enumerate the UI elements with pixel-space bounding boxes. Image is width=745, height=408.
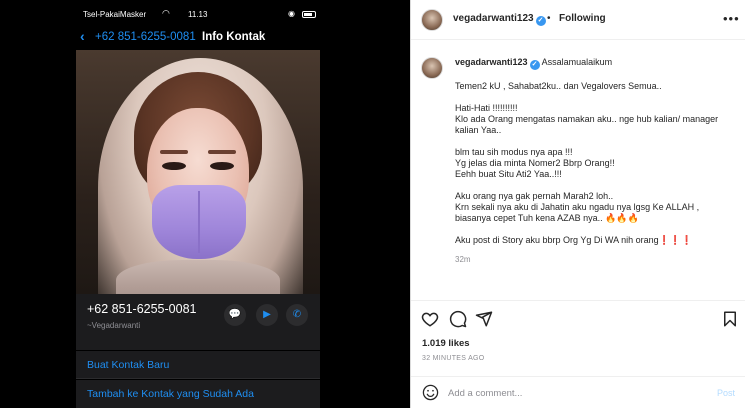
- comment-input[interactable]: [448, 385, 698, 401]
- left-eye: [162, 162, 186, 170]
- caption-username[interactable]: vegadarwanti123: [455, 57, 528, 67]
- phone-icon: ✆: [286, 304, 308, 326]
- share-icon[interactable]: [475, 310, 493, 328]
- post-media: Tsel-PakaiMasker ◠ 11.13 ◉ ‹ +62 851-625…: [0, 0, 410, 408]
- post-comment-button[interactable]: Post: [717, 388, 735, 398]
- caption-time[interactable]: 32m: [455, 254, 735, 265]
- post-sidebar: vegadarwanti123 ✓ • Following ••• vegadar…: [410, 0, 745, 408]
- caption-paragraph: Temen2 kU , Sahabat2ku.. dan Vegalovers …: [455, 81, 662, 91]
- emoji-icon[interactable]: [422, 384, 439, 401]
- face-mask: [152, 185, 246, 259]
- rotation-lock-icon: ◉: [288, 9, 295, 18]
- status-bar: Tsel-PakaiMasker ◠ 11.13 ◉: [76, 8, 320, 22]
- following-button[interactable]: Following: [559, 13, 606, 24]
- wifi-icon: ◠: [162, 8, 170, 18]
- carrier-label: Tsel-PakaiMasker: [83, 10, 147, 19]
- caption-paragraph: Aku post di Story aku bbrp Org Yg Di WA …: [455, 235, 693, 245]
- avatar[interactable]: [421, 9, 443, 31]
- caption-paragraph: blm tau sih modus nya apa !!! Yg jelas d…: [455, 147, 615, 179]
- create-contact-action: Buat Kontak Baru: [76, 351, 320, 379]
- heart-icon[interactable]: [421, 310, 439, 328]
- left-brow: [160, 150, 188, 154]
- header-username[interactable]: vegadarwanti123 ✓: [453, 13, 546, 26]
- back-number: +62 851-6255-0081: [95, 31, 196, 43]
- likes-count[interactable]: 1.019 likes: [422, 338, 470, 349]
- contact-nav-bar: ‹ +62 851-6255-0081 Info Kontak: [76, 26, 320, 48]
- action-bar: [411, 300, 745, 334]
- caption-paragraph: Aku orang nya gak pernah Marah2 loh.. Kr…: [455, 191, 700, 223]
- back-chevron-icon: ‹: [80, 28, 85, 44]
- add-existing-contact-action: Tambah ke Kontak yang Sudah Ada: [76, 380, 320, 408]
- comment-icon[interactable]: [449, 310, 467, 328]
- contact-name: ~Vegadarwanti: [87, 321, 141, 330]
- header-username-text[interactable]: vegadarwanti123: [453, 13, 534, 24]
- nav-title: Info Kontak: [202, 31, 266, 43]
- post-timestamp[interactable]: 32 MINUTES AGO: [422, 355, 485, 362]
- profile-photo: [76, 50, 320, 294]
- contact-number: +62 851-6255-0081: [87, 302, 197, 316]
- caption-first-line: vegadarwanti123 ✓ Assalamualaikum: [455, 57, 735, 70]
- verified-icon: ✓: [529, 60, 540, 70]
- battery-icon: [302, 11, 316, 18]
- caption-greeting: Assalamualaikum: [541, 57, 613, 67]
- status-time: 11.13: [188, 10, 208, 19]
- bookmark-icon[interactable]: [721, 310, 739, 328]
- comment-bar: Post: [411, 376, 745, 408]
- caption-avatar[interactable]: [421, 57, 443, 79]
- verified-icon: ✓: [535, 16, 546, 26]
- header-separator: •: [547, 13, 551, 24]
- video-icon: ▶: [256, 304, 278, 326]
- caption: vegadarwanti123 ✓ Assalamualaikum Temen2 …: [455, 57, 735, 265]
- phone-screenshot: Tsel-PakaiMasker ◠ 11.13 ◉ ‹ +62 851-625…: [76, 0, 320, 408]
- contact-card: +62 851-6255-0081 ~Vegadarwanti 💬 ▶ ✆: [76, 294, 320, 350]
- caption-paragraph: Hati-Hati !!!!!!!!!! Klo ada Orang menga…: [455, 103, 719, 135]
- more-options-icon[interactable]: •••: [723, 11, 740, 26]
- caption-section: vegadarwanti123 ✓ Assalamualaikum Temen2 …: [411, 41, 745, 296]
- post-header: vegadarwanti123 ✓ • Following •••: [411, 0, 745, 40]
- dress-shape: [116, 260, 280, 294]
- right-brow: [208, 150, 236, 154]
- message-icon: 💬: [224, 304, 246, 326]
- right-eye: [210, 162, 234, 170]
